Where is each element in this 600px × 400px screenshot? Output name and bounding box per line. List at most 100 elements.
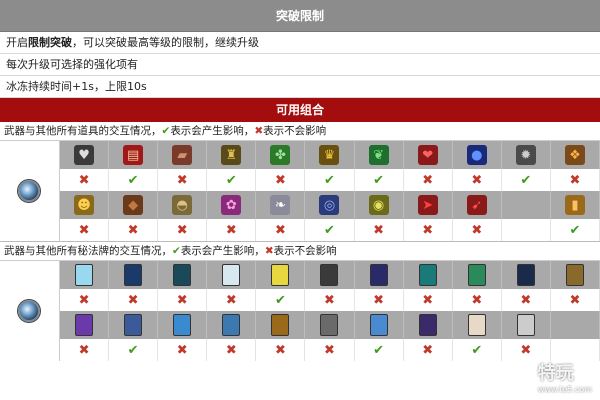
crack-card-icon <box>320 264 339 286</box>
grid-cell <box>453 261 502 289</box>
cards-note-post: 表示不会影响 <box>273 245 337 257</box>
grid-cell: ✖ <box>404 289 453 311</box>
cross-icon: ✖ <box>78 222 90 238</box>
grid-cell: ✖ <box>305 289 355 311</box>
watermark-sub: www.te5.com <box>537 385 592 394</box>
grid-cell: ✖ <box>355 219 404 241</box>
grid-cell: ✖ <box>60 219 110 241</box>
chest-card-icon <box>271 314 290 336</box>
items-row-2-marks: ✖ ✖ ✖ ✖ ✖ ✔ ✖ ✖ ✖ ✔ <box>59 219 600 241</box>
cross-icon: ✖ <box>520 342 532 358</box>
grid-cell <box>158 261 208 289</box>
fire-card-icon <box>467 314 486 336</box>
grid-cell <box>305 311 355 339</box>
grid-cell: ◎ <box>305 191 355 219</box>
grid-cell: ♥ <box>60 141 110 169</box>
golden-card-icon <box>565 264 584 286</box>
teal-card-icon <box>418 264 437 286</box>
green-feather-icon: ❦ <box>368 145 389 165</box>
grid-cell: ✖ <box>453 169 502 191</box>
items-table: ♥ ▤ ▰ ♜ ✤ ♛ ❦ ❤ ● ✹ ❖ ✖ ✔ ✖ ✔ ✖ ✔ ✔ ✖ ✖ ✔ ✖ ☻ ◆ ◓ ✿ ❧ ◎ ◉ ➤ ➹ ▮ ✖ ✖ ✖ ✖ ✖… <box>0 141 600 242</box>
grid-cell: ✖ <box>453 289 502 311</box>
check-icon: ✔ <box>172 245 181 257</box>
grid-cell: ✖ <box>404 339 453 361</box>
desc-line-2: 每次升级可选择的强化项有 <box>0 54 600 76</box>
cross-icon: ✖ <box>324 292 335 308</box>
cards-note-mid: 表示会产生影响， <box>180 245 265 257</box>
heart-shield-icon: ♥ <box>74 145 95 165</box>
crystal-card-icon <box>222 314 241 336</box>
grid-cell: ◓ <box>158 191 208 219</box>
grid-cell: ✖ <box>158 289 208 311</box>
cross-icon: ✖ <box>176 292 188 308</box>
ice-card-icon <box>75 264 94 286</box>
grid-cell: ➤ <box>404 191 453 219</box>
cross-icon: ✖ <box>274 222 286 238</box>
blue-ring-icon: ◎ <box>319 195 340 215</box>
golden-armor-icon: ♜ <box>221 145 242 165</box>
grid-cell: ❖ <box>551 141 600 169</box>
check-icon: ✔ <box>373 172 385 188</box>
brown-box-icon: ◆ <box>123 195 144 215</box>
grid-cell: ❤ <box>404 141 453 169</box>
grid-cell: ✖ <box>109 289 159 311</box>
cards-row-2-icons <box>59 311 600 339</box>
grid-cell: ● <box>453 141 502 169</box>
page: 突破限制 开启限制突破，可以突破最高等级的限制，继续升级 每次升级可选择的强化项… <box>0 0 600 400</box>
check-icon: ✔ <box>127 342 139 358</box>
grid-cell: ◉ <box>355 191 404 219</box>
grid-cell <box>551 261 600 289</box>
cards-grid: ✖ ✖ ✖ ✖ ✔ ✖ ✖ ✖ ✖ ✖ ✖ ✖ ✔ ✖ ✖ ✖ ✖ ✔ ✖ ✔ ✖ <box>59 261 600 361</box>
check-icon: ✔ <box>127 172 139 188</box>
pink-skull-icon: ✿ <box>221 195 242 215</box>
grid-cell <box>256 261 306 289</box>
cross-icon: ✖ <box>471 172 483 188</box>
items-note-mid: 表示会产生影响， <box>170 125 255 137</box>
grid-cell: ✖ <box>256 339 306 361</box>
cross-icon: ✖ <box>127 292 139 308</box>
grid-cell: ✔ <box>207 169 257 191</box>
sun-card-icon <box>222 264 241 286</box>
grid-cell: ♛ <box>305 141 355 169</box>
check-icon: ✔ <box>471 342 483 358</box>
grid-cell: ▰ <box>158 141 208 169</box>
grid-cell: ✔ <box>109 339 159 361</box>
cards-note-pre: 武器与其他所有秘法牌的交互情况， <box>4 245 172 257</box>
cross-icon: ✖ <box>78 292 90 308</box>
grid-cell <box>502 261 551 289</box>
gold-ring-icon: ◉ <box>368 195 389 215</box>
gold-bar-icon: ▮ <box>564 195 585 215</box>
grid-cell: ✔ <box>256 289 306 311</box>
grid-cell: ✖ <box>256 169 306 191</box>
cross-icon: ✖ <box>225 292 237 308</box>
grid-cell <box>60 261 110 289</box>
red-dart-icon: ➹ <box>466 195 487 215</box>
desc-line-1-bold: 限制突破 <box>28 36 72 49</box>
grid-cell <box>256 311 306 339</box>
grid-cell: ♜ <box>207 141 257 169</box>
grid-cell <box>355 311 404 339</box>
desc-line-1-post: ，可以突破最高等级的限制，继续升级 <box>72 36 259 49</box>
grid-cell: ✔ <box>502 169 551 191</box>
desc-line-1-pre: 开启 <box>6 36 28 49</box>
grid-cell <box>404 261 453 289</box>
cross-icon: ✖ <box>373 292 385 308</box>
eye-card-icon <box>173 264 192 286</box>
items-note-post: 表示不会影响 <box>263 125 327 137</box>
grid-cell: ✖ <box>109 219 159 241</box>
lantern-card-icon <box>124 314 143 336</box>
night-card-icon <box>369 264 388 286</box>
cross-icon: ✖ <box>127 222 139 238</box>
broken-heart-icon: ❤ <box>417 145 438 165</box>
check-icon: ✔ <box>274 292 286 308</box>
green-card-icon <box>467 264 486 286</box>
cross-icon: ✖ <box>274 342 286 358</box>
grid-cell: ✔ <box>453 339 502 361</box>
blue-orb-icon: ● <box>466 145 487 165</box>
hidden-card-icon <box>516 314 535 336</box>
cross-icon: ✖ <box>422 172 434 188</box>
grid-cell: ✖ <box>355 289 404 311</box>
grid-cell: ✖ <box>207 339 257 361</box>
grid-cell: ✖ <box>404 169 453 191</box>
grid-cell <box>355 261 404 289</box>
